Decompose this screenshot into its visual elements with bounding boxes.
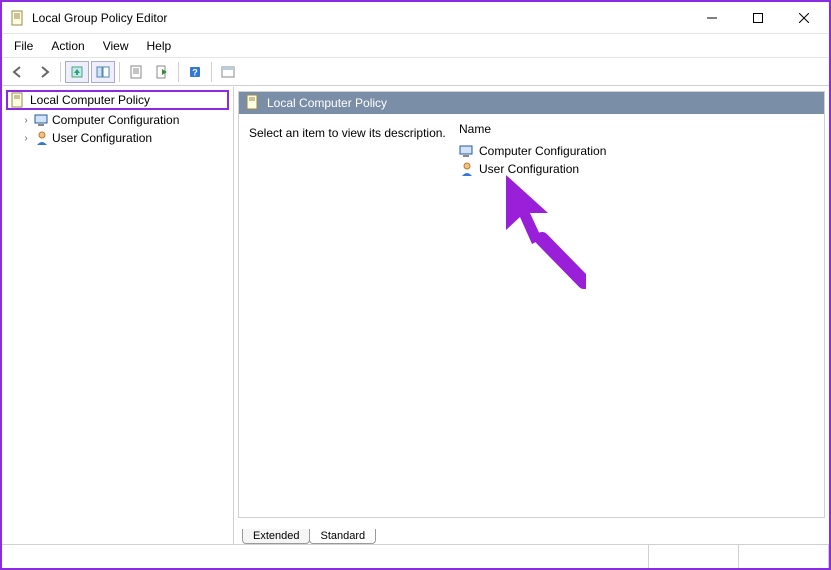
export-button[interactable]: [150, 61, 174, 83]
menu-file[interactable]: File: [6, 37, 41, 55]
show-hide-tree-button[interactable]: [91, 61, 115, 83]
back-button[interactable]: [6, 61, 30, 83]
list-item-computer-config[interactable]: Computer Configuration: [459, 142, 814, 160]
window-title: Local Group Policy Editor: [32, 11, 167, 25]
menu-view[interactable]: View: [95, 37, 137, 55]
app-window: Local Group Policy Editor File Action Vi…: [0, 0, 831, 570]
computer-icon: [34, 112, 50, 128]
menubar: File Action View Help: [2, 34, 829, 58]
computer-icon: [459, 143, 475, 159]
detail-heading: Local Computer Policy: [267, 96, 387, 110]
toolbar-separator: [178, 62, 179, 82]
list-item-label: Computer Configuration: [479, 144, 606, 158]
toolbar-separator: [60, 62, 61, 82]
tree-node-label: Computer Configuration: [52, 113, 179, 127]
tree-root-label: Local Computer Policy: [30, 93, 150, 107]
list-item-user-config[interactable]: User Configuration: [459, 160, 814, 178]
toolbar: ?: [2, 58, 829, 86]
tab-extended[interactable]: Extended: [242, 529, 310, 544]
svg-text:?: ?: [192, 67, 198, 77]
tab-strip: Extended Standard: [234, 522, 829, 544]
tree-root-node[interactable]: Local Computer Policy: [6, 90, 229, 110]
chevron-right-icon: ›: [20, 133, 32, 144]
titlebar: Local Group Policy Editor: [2, 2, 829, 34]
maximize-button[interactable]: [735, 3, 781, 33]
items-list: Name Computer Configuration: [459, 122, 814, 509]
tree-pane: Local Computer Policy › Computer Configu…: [2, 87, 234, 544]
up-button[interactable]: [65, 61, 89, 83]
tab-standard[interactable]: Standard: [309, 529, 376, 544]
status-cell: [649, 545, 739, 568]
forward-button[interactable]: [32, 61, 56, 83]
status-cell: [739, 545, 829, 568]
close-button[interactable]: [781, 3, 827, 33]
app-icon: [10, 10, 26, 26]
detail-header: Local Computer Policy: [239, 92, 824, 114]
policy-icon: [10, 92, 26, 108]
user-icon: [34, 130, 50, 146]
tree-node-user-config[interactable]: › User Configuration: [2, 129, 233, 147]
filter-button[interactable]: [216, 61, 240, 83]
detail-pane: Local Computer Policy Select an item to …: [234, 87, 829, 544]
chevron-right-icon: ›: [20, 115, 32, 126]
list-item-label: User Configuration: [479, 162, 579, 176]
description-hint: Select an item to view its description.: [249, 126, 446, 140]
policy-icon: [245, 94, 261, 113]
statusbar: [2, 544, 829, 568]
status-cell: [2, 545, 649, 568]
tree-node-label: User Configuration: [52, 131, 152, 145]
user-icon: [459, 161, 475, 177]
properties-button[interactable]: [124, 61, 148, 83]
tree-node-computer-config[interactable]: › Computer Configuration: [2, 111, 233, 129]
minimize-button[interactable]: [689, 3, 735, 33]
toolbar-separator: [119, 62, 120, 82]
column-header-name[interactable]: Name: [459, 122, 814, 136]
menu-help[interactable]: Help: [139, 37, 180, 55]
content-area: Local Computer Policy › Computer Configu…: [2, 86, 829, 544]
menu-action[interactable]: Action: [43, 37, 92, 55]
help-toolbar-button[interactable]: ?: [183, 61, 207, 83]
description-panel: Select an item to view its description.: [249, 122, 449, 509]
toolbar-separator: [211, 62, 212, 82]
